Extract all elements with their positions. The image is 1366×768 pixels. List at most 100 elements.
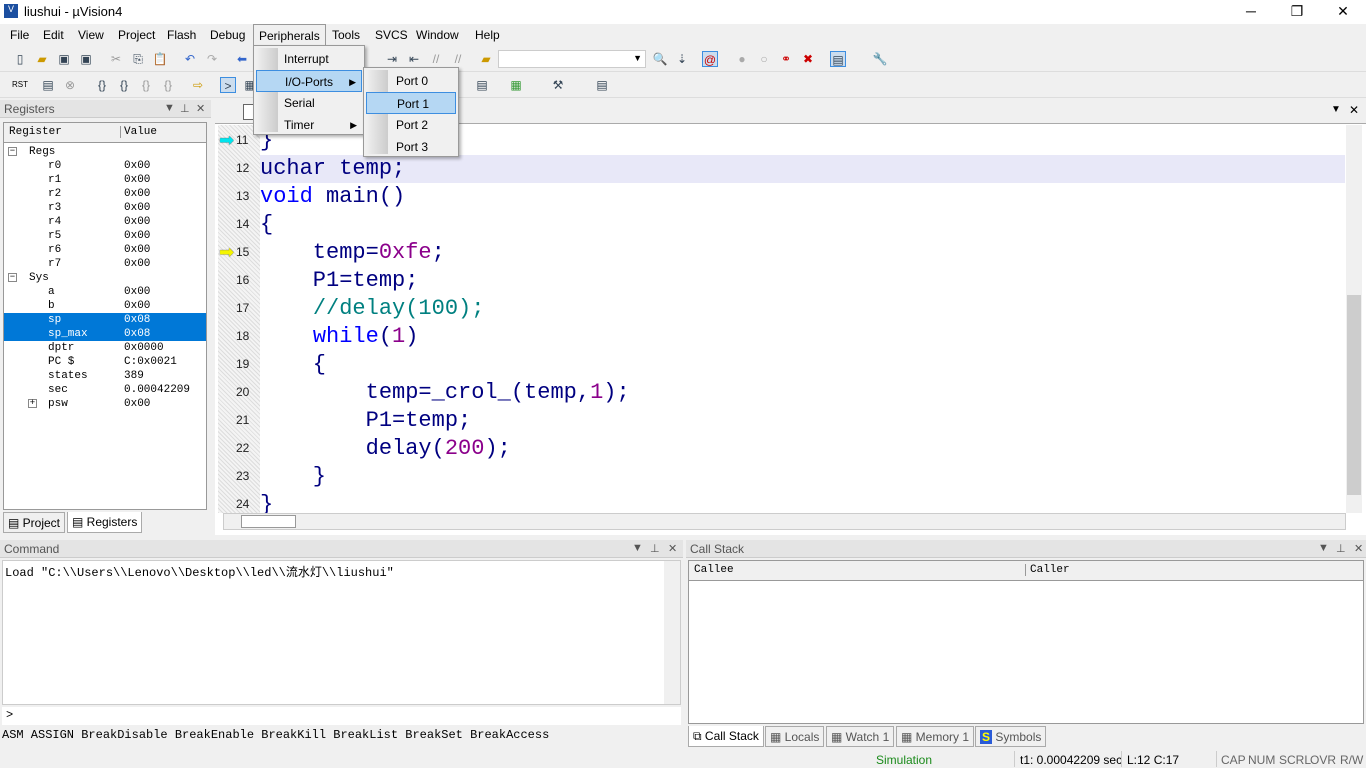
code-line[interactable]: temp=0xfe; xyxy=(260,239,1345,267)
register-value[interactable]: 0x00 xyxy=(124,285,150,299)
close-panel-icon[interactable]: ✕ xyxy=(1354,542,1363,555)
register-value[interactable]: C:0x0021 xyxy=(124,355,177,369)
menu-svcs[interactable]: SVCS xyxy=(375,28,408,42)
register-value[interactable]: 389 xyxy=(124,369,144,383)
register-tree[interactable]: Register Value − Regs r0 0x00 r1 0x00 r2 0x00 r3… xyxy=(3,122,207,510)
show-next-statement-icon[interactable]: ⇨ xyxy=(190,77,206,93)
vertical-scrollbar[interactable] xyxy=(1346,125,1362,513)
menu-tools[interactable]: Tools xyxy=(332,28,360,42)
close-button[interactable]: ✕ xyxy=(1320,0,1366,24)
tab-symbols[interactable]: S Symbols xyxy=(975,726,1047,747)
step-over-icon[interactable]: {} xyxy=(116,77,132,93)
register-value[interactable]: 0x00 xyxy=(124,201,150,215)
register-row[interactable]: − Regs xyxy=(4,145,206,159)
menu-peripherals[interactable]: Peripherals xyxy=(253,24,326,46)
panel-menu-icon[interactable]: ▼ xyxy=(632,542,643,554)
cut-icon[interactable]: ✂ xyxy=(108,51,124,67)
command-input[interactable]: > xyxy=(2,707,681,725)
code-line[interactable]: void main() xyxy=(260,183,1345,211)
register-row[interactable]: sp_max 0x08 xyxy=(4,327,206,341)
expander-icon[interactable]: − xyxy=(8,147,17,156)
register-row[interactable]: states 389 xyxy=(4,369,206,383)
code-line[interactable]: uchar temp; xyxy=(260,155,1345,183)
find-in-files-icon[interactable]: ▰ xyxy=(478,51,494,67)
register-row[interactable]: r3 0x00 xyxy=(4,201,206,215)
tab-watch-1[interactable]: ▦ Watch 1 xyxy=(826,726,895,747)
open-folder-icon[interactable]: ▰ xyxy=(34,51,50,67)
menu-item-interrupt[interactable]: Interrupt xyxy=(256,48,362,70)
register-row[interactable]: r1 0x00 xyxy=(4,173,206,187)
unindent-icon[interactable]: ⇤ xyxy=(406,51,422,67)
copy-icon[interactable]: ⎘ xyxy=(130,51,146,67)
menu-debug[interactable]: Debug xyxy=(210,28,245,42)
submenu-item-port-2[interactable]: Port 2 xyxy=(366,114,456,136)
serial-window-icon[interactable]: ▦ xyxy=(508,77,524,93)
submenu-item-port-0[interactable]: Port 0 xyxy=(366,70,456,92)
register-value[interactable]: 0x00 xyxy=(124,257,150,271)
register-value[interactable]: 0x00 xyxy=(124,299,150,313)
code-line[interactable]: while(1) xyxy=(260,323,1345,351)
horizontal-scroll-thumb[interactable] xyxy=(241,515,296,528)
horizontal-scrollbar[interactable] xyxy=(223,513,1346,530)
panel-menu-icon[interactable]: ▼ xyxy=(164,102,175,114)
menu-project[interactable]: Project xyxy=(118,28,155,42)
register-row[interactable]: r5 0x00 xyxy=(4,229,206,243)
toolbox-icon[interactable]: ⚒ xyxy=(550,77,566,93)
menu-file[interactable]: File xyxy=(10,28,29,42)
debug-session-icon[interactable]: @ xyxy=(702,51,718,67)
menu-item-serial[interactable]: Serial xyxy=(256,92,362,114)
register-value[interactable]: 0x00 xyxy=(124,397,150,411)
uncomment-icon[interactable]: // xyxy=(450,51,466,67)
run-to-cursor-icon[interactable]: {} xyxy=(160,77,176,93)
incremental-find-icon[interactable]: ⇣ xyxy=(674,51,690,67)
tab-call-stack[interactable]: ⧉ Call Stack xyxy=(688,726,764,747)
save-all-icon[interactable]: ▣ xyxy=(78,51,94,67)
step-into-icon[interactable]: {} xyxy=(94,77,110,93)
register-value[interactable]: 0x00 xyxy=(124,159,150,173)
memory-window-icon[interactable]: ▤ xyxy=(474,77,490,93)
reset-icon[interactable]: RST xyxy=(12,77,28,93)
indent-icon[interactable]: ⇥ xyxy=(384,51,400,67)
close-panel-icon[interactable]: ✕ xyxy=(196,102,205,115)
tab-list-icon[interactable]: ▼ xyxy=(1331,104,1341,115)
register-value[interactable]: 0x00 xyxy=(124,229,150,243)
menu-edit[interactable]: Edit xyxy=(43,28,64,42)
register-row[interactable]: + psw 0x00 xyxy=(4,397,206,411)
find-icon[interactable]: 🔍 xyxy=(652,51,668,67)
menu-help[interactable]: Help xyxy=(475,28,500,42)
paste-icon[interactable]: 📋 xyxy=(152,51,168,67)
vertical-scroll-thumb[interactable] xyxy=(1347,295,1361,495)
register-row[interactable]: PC $ C:0x0021 xyxy=(4,355,206,369)
back-icon[interactable]: ⬅ xyxy=(234,51,250,67)
submenu-item-port-3[interactable]: Port 3 xyxy=(366,136,456,158)
register-row[interactable]: r4 0x00 xyxy=(4,215,206,229)
col-caller[interactable]: Caller xyxy=(1025,564,1070,576)
menu-flash[interactable]: Flash xyxy=(167,28,196,42)
register-value[interactable]: 0x00 xyxy=(124,243,150,257)
tab-project[interactable]: ▤ Project xyxy=(3,512,66,533)
view-icon[interactable]: ▤ xyxy=(594,77,610,93)
code-line[interactable]: P1=temp; xyxy=(260,407,1345,435)
configure-icon[interactable]: 🔧 xyxy=(872,51,888,67)
expander-icon[interactable]: + xyxy=(28,399,37,408)
close-editor-icon[interactable]: ✕ xyxy=(1349,103,1359,117)
panel-menu-icon[interactable]: ▼ xyxy=(1318,542,1329,554)
redo-icon[interactable]: ↷ xyxy=(204,51,220,67)
register-value[interactable]: 0x0000 xyxy=(124,341,164,355)
register-value[interactable]: 0x00 xyxy=(124,173,150,187)
pin-icon[interactable]: ⊥ xyxy=(180,102,190,115)
call-stack-list[interactable]: Callee Caller xyxy=(688,560,1364,724)
run-icon[interactable]: ▤ xyxy=(40,77,56,93)
stop-icon[interactable]: ⊗ xyxy=(62,77,78,93)
maximize-button[interactable]: ❐ xyxy=(1274,0,1320,24)
command-scrollbar[interactable] xyxy=(664,561,680,704)
expander-icon[interactable]: − xyxy=(8,273,17,282)
close-panel-icon[interactable]: ✕ xyxy=(668,542,677,555)
code-line[interactable]: //delay(100); xyxy=(260,295,1345,323)
pin-icon[interactable]: ⊥ xyxy=(1336,542,1346,555)
code-line[interactable]: P1=temp; xyxy=(260,267,1345,295)
code-line[interactable]: temp=_crol_(temp,1); xyxy=(260,379,1345,407)
code-line[interactable]: } xyxy=(260,463,1345,491)
pin-icon[interactable]: ⊥ xyxy=(650,542,660,555)
register-row[interactable]: a 0x00 xyxy=(4,285,206,299)
